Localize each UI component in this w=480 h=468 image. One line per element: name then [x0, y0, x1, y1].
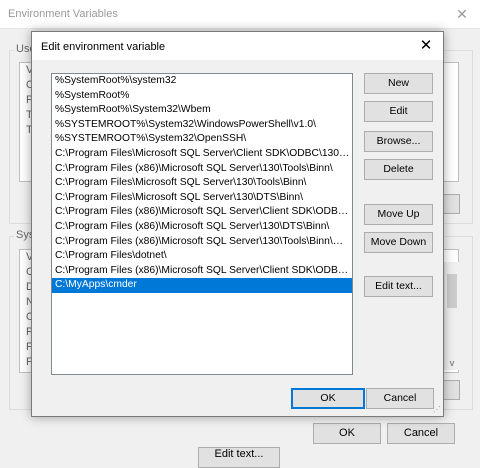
bg-title-bar: Environment Variables ✕ [0, 0, 480, 29]
bg-cancel-button[interactable]: Cancel [387, 423, 455, 444]
dialog-title: Edit environment variable [41, 41, 166, 53]
path-list-item[interactable]: C:\Program Files (x86)\Microsoft SQL Ser… [52, 162, 352, 177]
path-list-item[interactable]: C:\Program Files\Microsoft SQL Server\Cl… [52, 147, 352, 162]
path-list-item[interactable]: %SYSTEMROOT%\System32\WindowsPowerShell\… [52, 118, 352, 133]
scroll-down-arrow-icon[interactable]: v [447, 358, 457, 368]
path-list-item[interactable]: C:\Program Files (x86)\Microsoft SQL Ser… [52, 235, 352, 250]
ok-button[interactable]: OK [291, 388, 365, 409]
bg-partial-button[interactable]: Edit text... [198, 447, 280, 468]
dialog-title-bar: Edit environment variable ✕ [32, 32, 443, 60]
new-button[interactable]: New [364, 73, 433, 94]
edit-environment-variable-dialog: Edit environment variable ✕ %SystemRoot%… [31, 31, 444, 417]
bg-window-title: Environment Variables [8, 8, 118, 20]
delete-button[interactable]: Delete [364, 159, 433, 180]
path-list[interactable]: %SystemRoot%\system32 %SystemRoot% %Syst… [51, 73, 353, 375]
move-up-button[interactable]: Move Up [364, 204, 433, 225]
resize-grip-icon[interactable]: ⋰ [433, 406, 441, 414]
path-list-item[interactable]: %SYSTEMROOT%\System32\OpenSSH\ [52, 132, 352, 147]
path-list-item[interactable]: %SystemRoot% [52, 89, 352, 104]
path-list-item[interactable]: %SystemRoot%\System32\Wbem [52, 103, 352, 118]
path-list-item[interactable]: C:\Program Files (x86)\Microsoft SQL Ser… [52, 205, 352, 220]
browse-button[interactable]: Browse... [364, 131, 433, 152]
bg-ok-button[interactable]: OK [313, 423, 381, 444]
path-list-item[interactable]: %SystemRoot%\system32 [52, 74, 352, 89]
path-list-item[interactable]: C:\Program Files\Microsoft SQL Server\13… [52, 191, 352, 206]
close-icon[interactable]: ✕ [415, 36, 437, 56]
path-list-item[interactable]: C:\Program Files\dotnet\ [52, 249, 352, 264]
path-list-item[interactable]: C:\Program Files (x86)\Microsoft SQL Ser… [52, 220, 352, 235]
edit-text-button[interactable]: Edit text... [364, 276, 433, 297]
path-list-item-selected[interactable]: C:\MyApps\cmder [52, 278, 352, 293]
bg-close-icon[interactable]: ✕ [452, 4, 472, 24]
scrollbar-thumb[interactable] [447, 274, 457, 308]
edit-button[interactable]: Edit [364, 101, 433, 122]
path-list-item[interactable]: C:\Program Files (x86)\Microsoft SQL Ser… [52, 264, 352, 279]
move-down-button[interactable]: Move Down [364, 232, 433, 253]
cancel-button[interactable]: Cancel [366, 388, 434, 409]
path-list-item[interactable]: C:\Program Files\Microsoft SQL Server\13… [52, 176, 352, 191]
system-list-scrollbar[interactable]: v [444, 262, 459, 370]
